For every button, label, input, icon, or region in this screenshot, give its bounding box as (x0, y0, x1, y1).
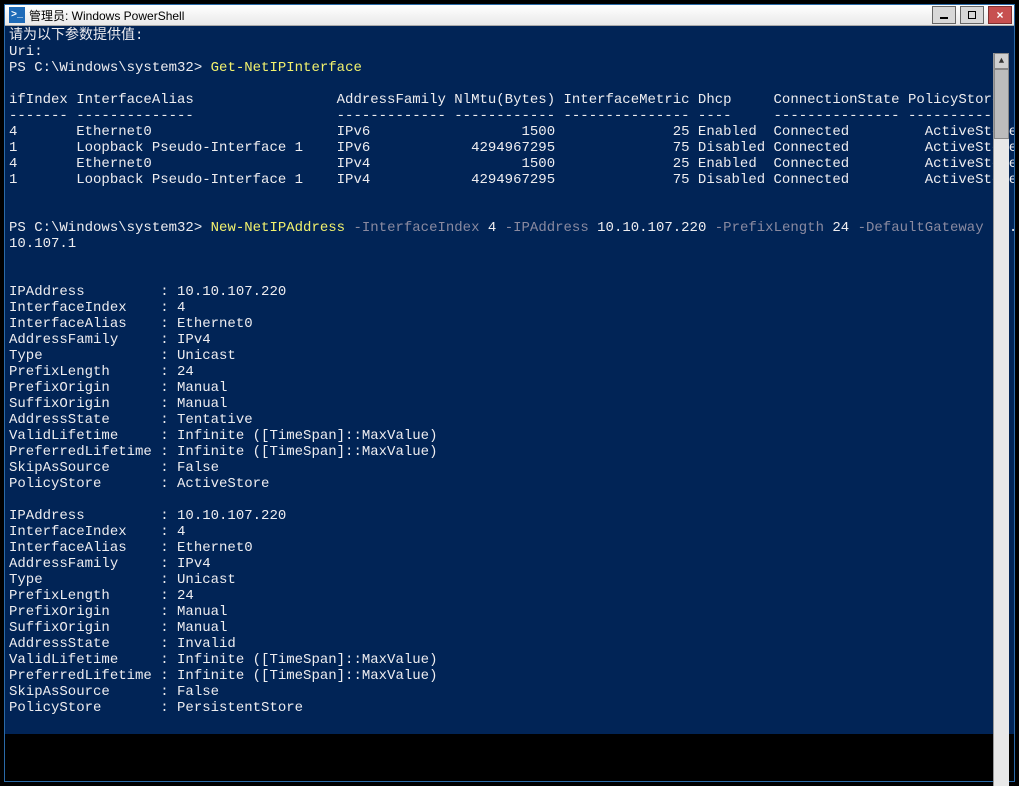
powershell-icon: >_ (9, 7, 25, 23)
scroll-up-button[interactable]: ▲ (994, 53, 1009, 69)
window-title: 管理员: Windows PowerShell (29, 7, 184, 24)
terminal-output[interactable]: 请为以下参数提供值: Uri: PS C:\Windows\system32> … (5, 26, 1014, 734)
scroll-thumb[interactable] (994, 69, 1009, 139)
maximize-button[interactable] (960, 6, 984, 24)
close-button[interactable]: × (988, 6, 1012, 24)
scrollbar[interactable]: ▲ ▼ (993, 53, 1009, 786)
scroll-track[interactable] (994, 69, 1009, 786)
minimize-button[interactable] (932, 6, 956, 24)
titlebar[interactable]: >_ 管理员: Windows PowerShell × (5, 5, 1014, 26)
